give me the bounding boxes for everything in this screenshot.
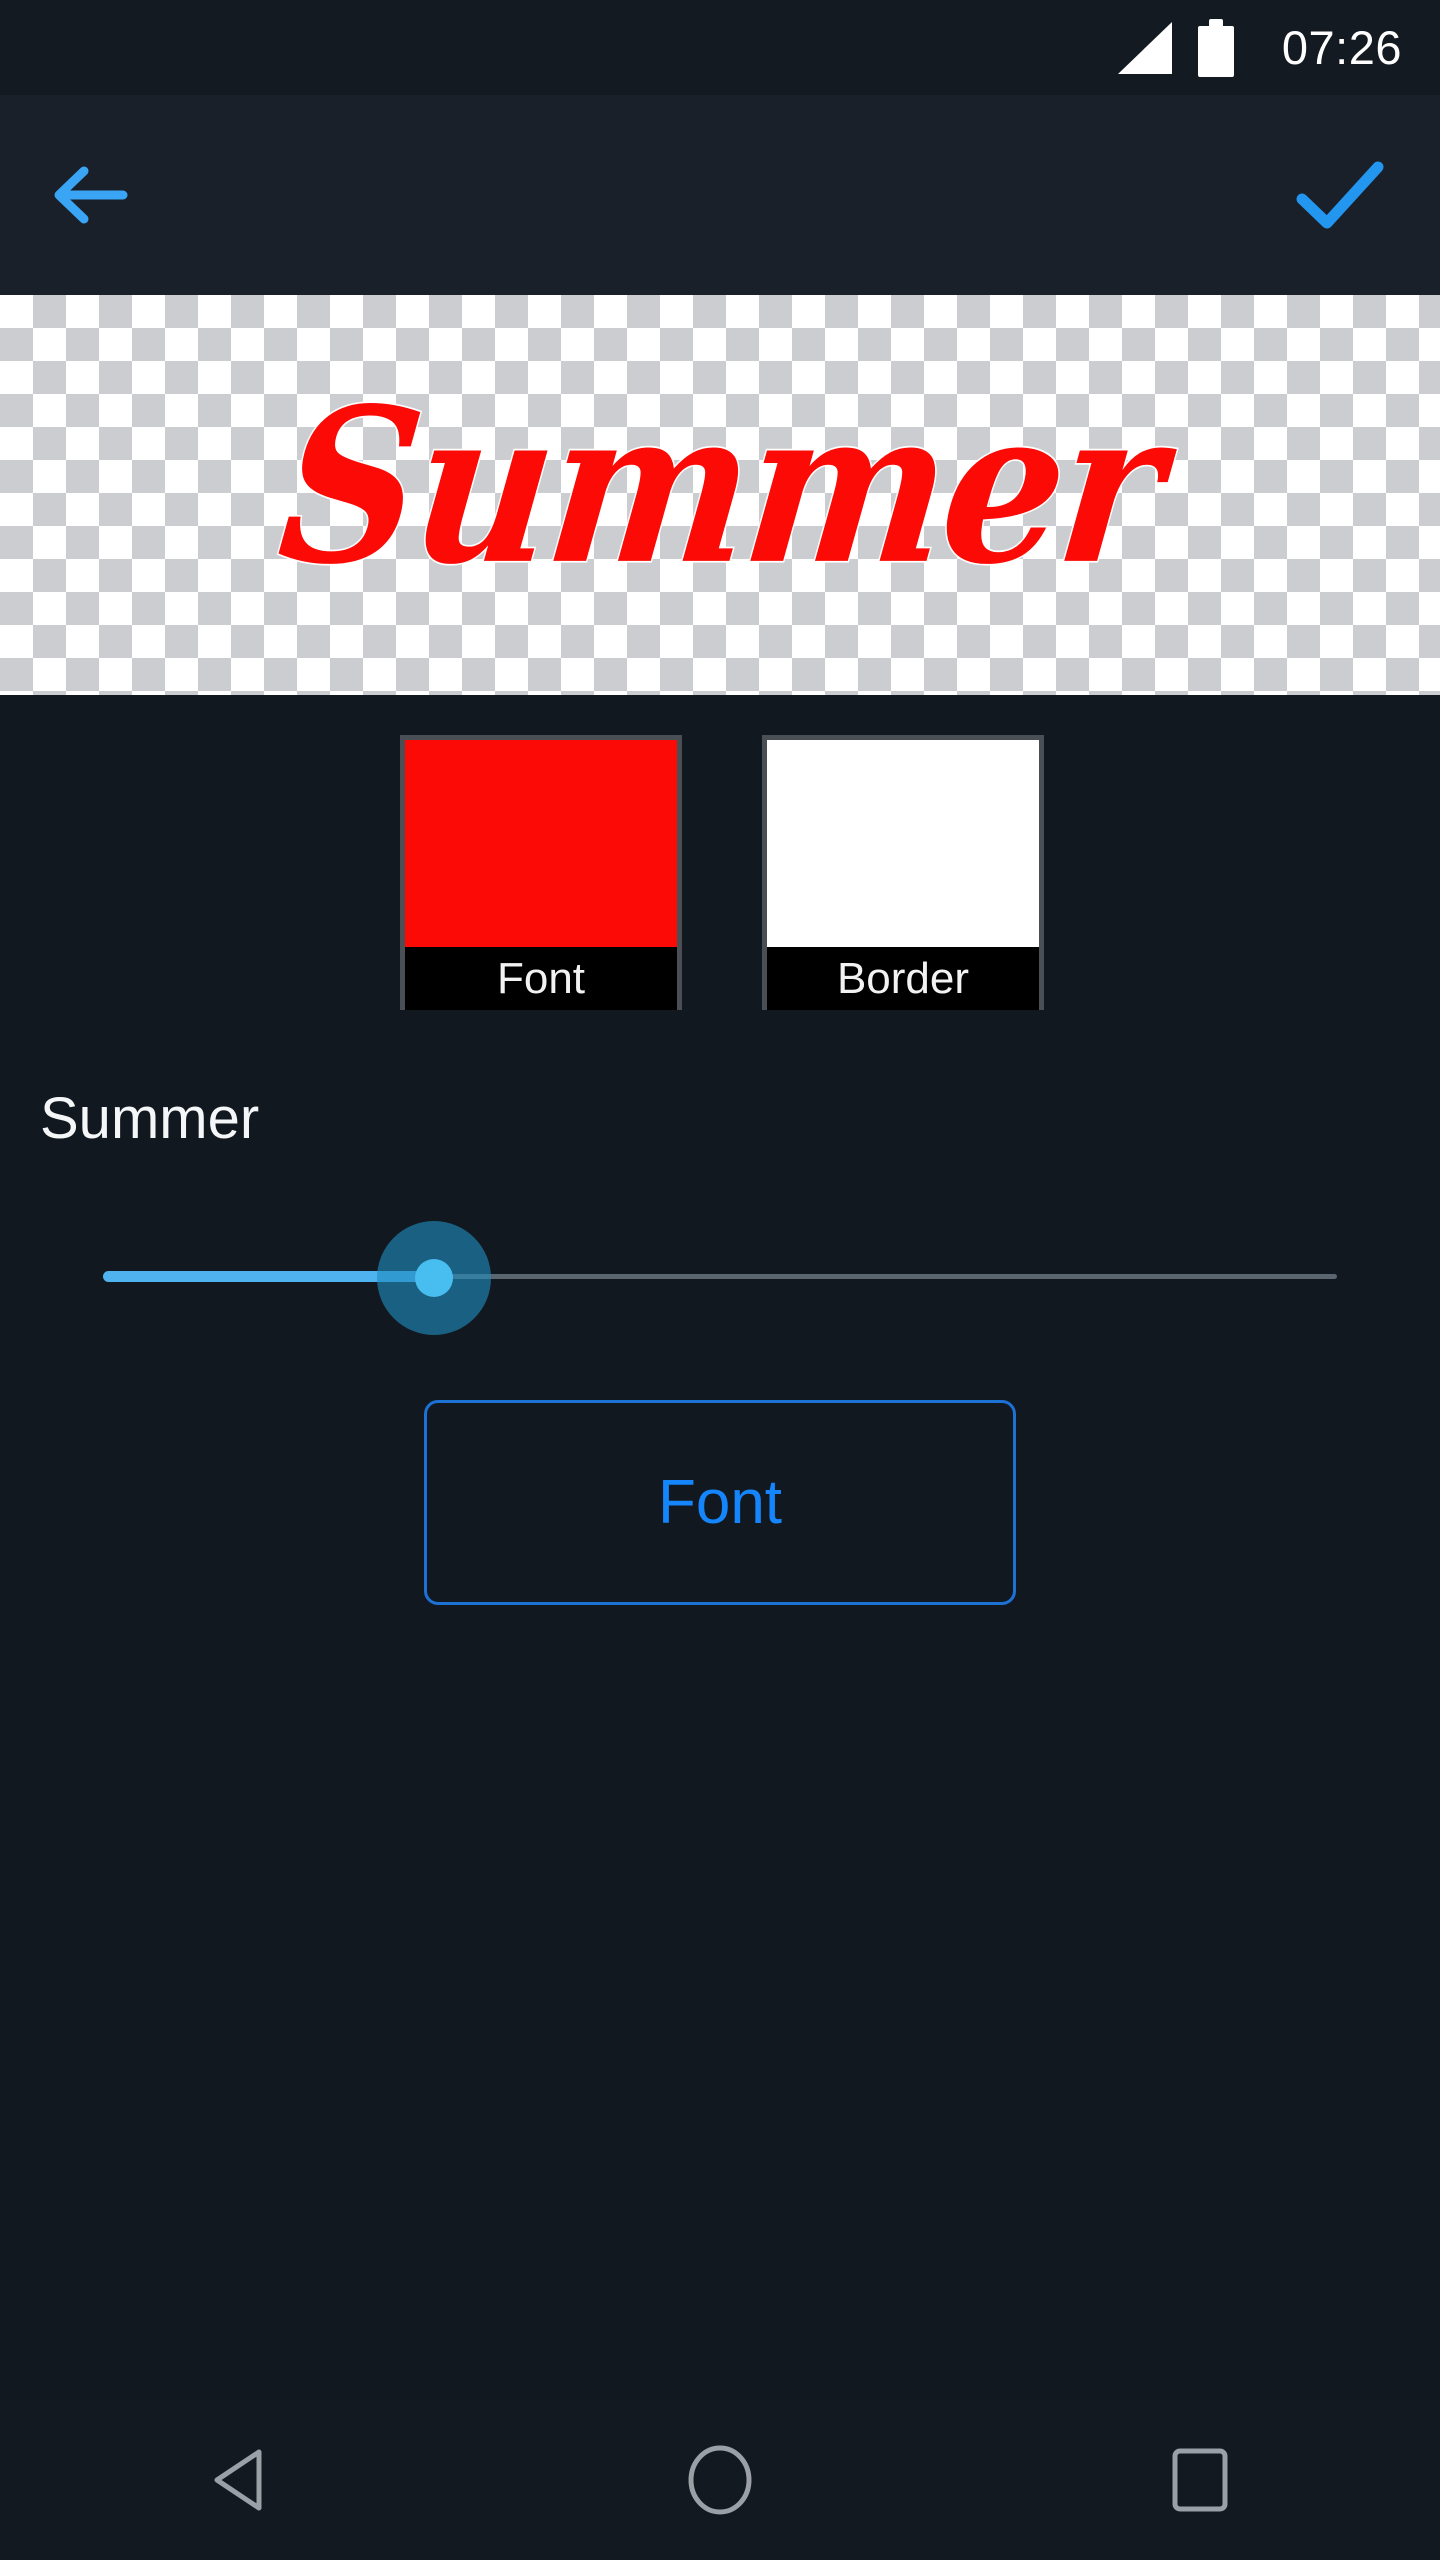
border-color-label: Border: [836, 953, 970, 1003]
confirm-button[interactable]: [1280, 143, 1400, 247]
signal-bars-icon: [1117, 21, 1172, 74]
font-picker-button-label: Font: [657, 1467, 783, 1537]
border-color-fill: [767, 740, 1039, 947]
slider-thumb[interactable]: [415, 1259, 453, 1297]
status-bar-icons: 07:26: [1117, 18, 1402, 77]
battery-full-icon: [1197, 18, 1234, 77]
font-picker-button[interactable]: Font: [424, 1400, 1016, 1605]
preview-text[interactable]: Summer: [268, 360, 1172, 613]
circle-home-icon: [688, 2445, 752, 2515]
font-color-swatch[interactable]: Font: [400, 735, 682, 1010]
check-icon: [1296, 161, 1384, 229]
font-color-label-strip: Font: [405, 947, 677, 1010]
nav-back-button[interactable]: [160, 2400, 320, 2560]
status-bar-clock: 07:26: [1281, 21, 1402, 74]
app-screen: 07:26 Summer Font Border Summer Font: [0, 0, 1440, 2560]
app-toolbar: [0, 95, 1440, 295]
android-nav-bar: [0, 2400, 1440, 2560]
font-color-label: Font: [496, 953, 586, 1003]
size-slider[interactable]: [0, 1218, 1440, 1338]
text-input-value[interactable]: Summer: [40, 1090, 259, 1148]
back-button[interactable]: [35, 143, 145, 247]
square-recents-icon: [1172, 2448, 1228, 2512]
status-bar: 07:26: [0, 0, 1440, 95]
arrow-left-icon: [54, 166, 128, 224]
border-color-label-strip: Border: [767, 947, 1039, 1010]
preview-canvas[interactable]: Summer: [0, 295, 1440, 695]
nav-recents-button[interactable]: [1120, 2400, 1280, 2560]
font-color-fill: [405, 740, 677, 947]
nav-home-button[interactable]: [640, 2400, 800, 2560]
triangle-back-icon: [214, 2449, 262, 2511]
color-swatch-row: Font Border: [0, 735, 1440, 1010]
border-color-swatch[interactable]: Border: [762, 735, 1044, 1010]
